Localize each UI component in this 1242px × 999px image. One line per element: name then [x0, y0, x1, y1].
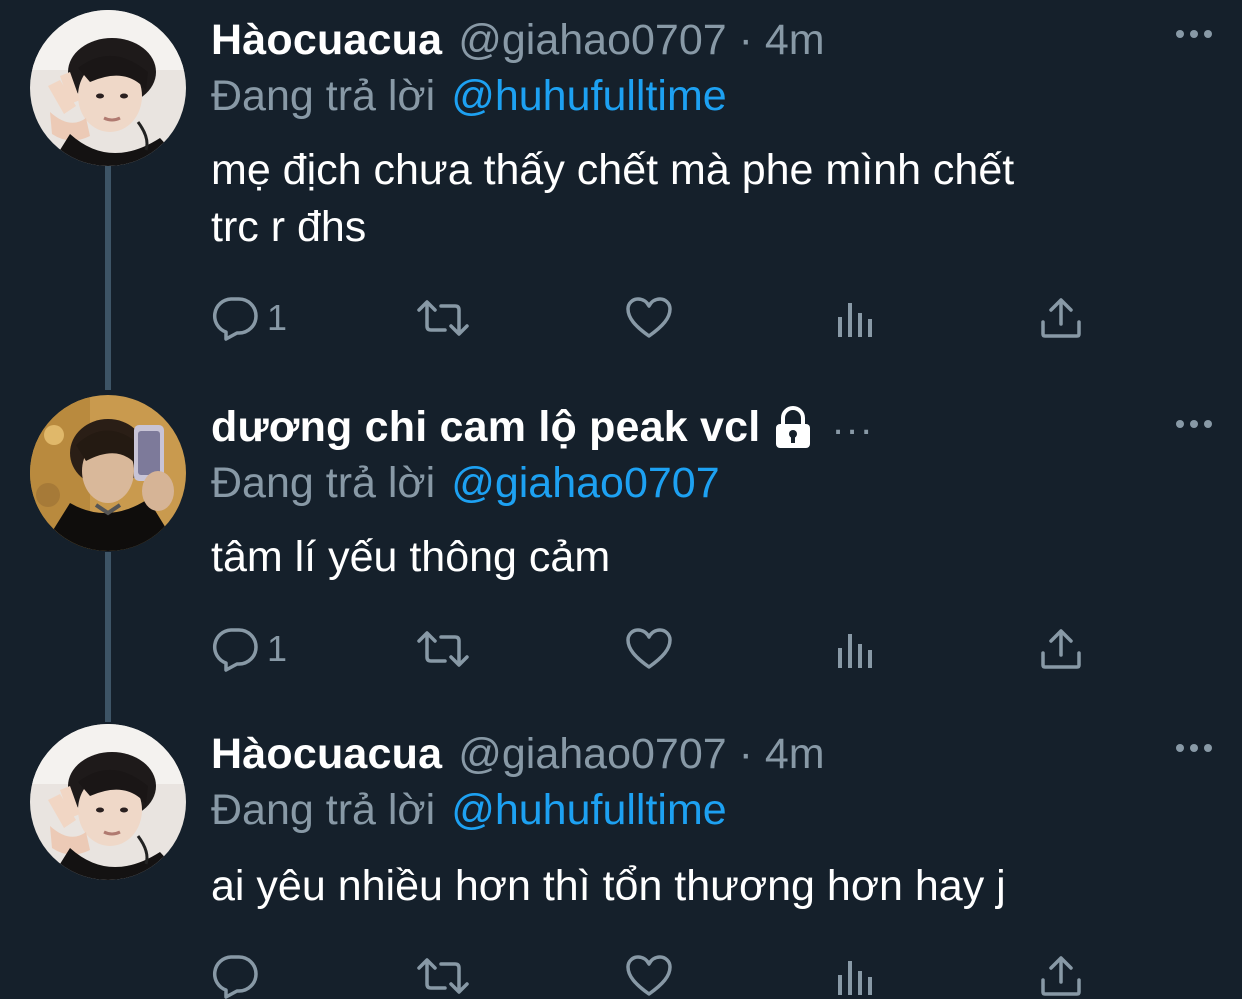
tweet-header: Hàocuacua @giahao0707 · 4m — [211, 724, 825, 784]
tweet-actions: 1 — [211, 619, 1111, 679]
handle-and-time: @giahao0707 · 4m — [458, 15, 825, 64]
tweet-actions: 1 — [211, 288, 1111, 348]
reply-count: 1 — [267, 628, 288, 669]
analytics-button[interactable] — [835, 288, 877, 348]
tweet[interactable]: dương chi cam lộ peak vcl ... Đang trả l… — [0, 395, 1242, 705]
analytics-icon — [838, 961, 872, 995]
avatar[interactable] — [30, 10, 186, 166]
replying-to: Đang trả lời @huhufulltime — [211, 66, 727, 126]
tweet-header: dương chi cam lộ peak vcl ... — [211, 397, 875, 457]
display-name[interactable]: Hàocuacua — [211, 730, 442, 779]
retweet-icon — [417, 958, 469, 994]
replying-to-label: Đang trả lời — [211, 785, 436, 834]
display-name[interactable]: dương chi cam lộ peak vcl — [211, 403, 760, 452]
tweet-text-line: mẹ địch chưa thấy chết mà phe mình chết — [211, 146, 1015, 194]
like-button[interactable] — [625, 619, 673, 679]
retweet-icon — [417, 631, 469, 667]
replying-to: Đang trả lời @huhufulltime — [211, 780, 727, 840]
tweet-header: Hàocuacua @giahao0707 · 4m — [211, 10, 825, 70]
more-horizontal-icon[interactable] — [1174, 414, 1214, 434]
reply-button[interactable]: 1 — [211, 288, 287, 348]
share-button[interactable] — [1039, 619, 1083, 679]
reply-icon — [212, 297, 258, 341]
replying-to-handle-link[interactable]: @huhufulltime — [451, 72, 727, 121]
replying-to-label: Đang trả lời — [211, 71, 436, 120]
avatar[interactable] — [30, 724, 186, 880]
tweet[interactable]: Hàocuacua @giahao0707 · 4m Đang trả lời … — [0, 10, 1242, 360]
reply-button[interactable]: 1 — [211, 619, 287, 679]
retweet-button[interactable] — [415, 619, 471, 679]
retweet-button[interactable] — [415, 288, 471, 348]
share-icon — [1041, 298, 1081, 338]
truncation-ellipsis: ... — [832, 398, 875, 443]
reply-icon — [212, 628, 258, 672]
like-button[interactable] — [625, 288, 673, 348]
reply-button[interactable] — [211, 946, 267, 999]
tweet[interactable]: Hàocuacua @giahao0707 · 4m Đang trả lời … — [0, 724, 1242, 999]
share-icon — [1041, 629, 1081, 669]
more-horizontal-icon[interactable] — [1174, 24, 1214, 44]
tweet-actions — [211, 946, 1111, 999]
analytics-icon — [838, 634, 872, 668]
analytics-icon — [838, 303, 872, 337]
replying-to-handle-link[interactable]: @giahao0707 — [451, 459, 719, 508]
display-name[interactable]: Hàocuacua — [211, 16, 442, 65]
avatar[interactable] — [30, 395, 186, 551]
replying-to: Đang trả lời @giahao0707 — [211, 453, 720, 513]
share-icon — [1041, 956, 1081, 996]
analytics-button[interactable] — [835, 619, 877, 679]
replying-to-label: Đang trả lời — [211, 458, 436, 507]
share-button[interactable] — [1039, 288, 1083, 348]
lock-icon — [776, 406, 811, 448]
heart-icon — [626, 628, 672, 669]
tweet-text-line: ai yêu nhiều hơn thì tổn thương hơn hay … — [211, 862, 1006, 910]
reply-count: 1 — [267, 297, 288, 338]
conversation-thread: Hàocuacua @giahao0707 · 4m Đang trả lời … — [0, 0, 1242, 999]
tweet-text-line: tâm lí yếu thông cảm — [211, 533, 611, 581]
heart-icon — [626, 297, 672, 338]
tweet-text: mẹ địch chưa thấy chết mà phe mình chết … — [211, 142, 1191, 256]
reply-icon — [212, 955, 258, 999]
handle-and-time: @giahao0707 · 4m — [458, 729, 825, 778]
replying-to-handle-link[interactable]: @huhufulltime — [451, 786, 727, 835]
retweet-button[interactable] — [415, 946, 471, 999]
analytics-button[interactable] — [835, 946, 877, 999]
tweet-text-line: trc r đhs — [211, 203, 367, 251]
share-button[interactable] — [1039, 946, 1083, 999]
heart-icon — [626, 955, 672, 996]
retweet-icon — [417, 300, 469, 336]
more-horizontal-icon[interactable] — [1174, 738, 1214, 758]
tweet-text: ai yêu nhiều hơn thì tổn thương hơn hay … — [211, 858, 1191, 915]
like-button[interactable] — [625, 946, 673, 999]
tweet-text: tâm lí yếu thông cảm — [211, 529, 1191, 586]
